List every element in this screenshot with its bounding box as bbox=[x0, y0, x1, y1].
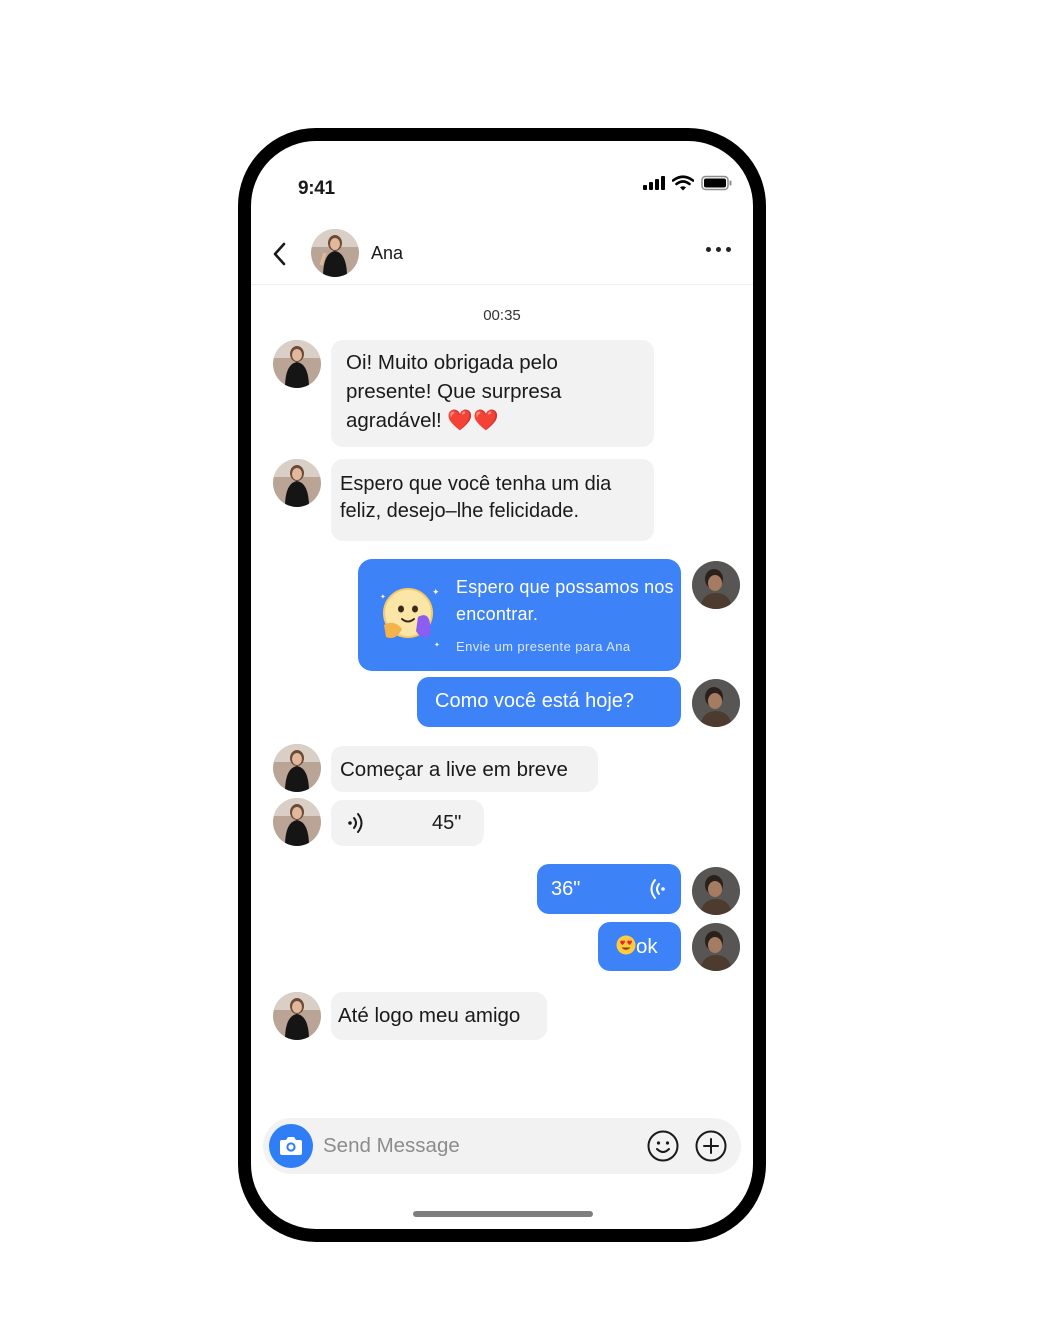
my-avatar[interactable] bbox=[692, 923, 740, 971]
voice-message-incoming[interactable]: 45" bbox=[331, 800, 484, 846]
svg-text:✦: ✦ bbox=[380, 593, 386, 601]
cellular-signal-icon bbox=[643, 176, 665, 190]
contact-avatar[interactable] bbox=[273, 340, 321, 388]
emoji-icon[interactable] bbox=[647, 1130, 679, 1162]
chat-screen: 9:41 Ana 00:35 Oi! Muito obrigada pelo p… bbox=[251, 141, 753, 1229]
phone-frame: 9:41 Ana 00:35 Oi! Muito obrigada pelo p… bbox=[238, 128, 766, 1242]
heart-eyes-emoji-icon bbox=[616, 935, 636, 955]
home-indicator[interactable] bbox=[413, 1211, 593, 1217]
voice-duration: 45" bbox=[432, 812, 462, 834]
gift-message-bubble[interactable]: ✦ ✦ ✦ Espero que possamos nos encontrar.… bbox=[358, 559, 681, 671]
svg-text:✦: ✦ bbox=[432, 587, 440, 597]
gift-message-subtitle[interactable]: Envie um presente para Ana bbox=[456, 632, 630, 661]
message-composer bbox=[263, 1118, 741, 1174]
contact-avatar[interactable] bbox=[273, 798, 321, 846]
voice-wave-icon bbox=[348, 813, 363, 833]
message-bubble-incoming[interactable]: Espero que você tenha um dia feliz, dese… bbox=[331, 459, 654, 541]
message-bubble-outgoing[interactable]: ok bbox=[598, 922, 681, 971]
more-options-icon[interactable] bbox=[706, 247, 731, 252]
gift-message-title: Espero que possamos nos encontrar. bbox=[456, 577, 674, 624]
voice-message-outgoing[interactable]: 36" bbox=[537, 864, 681, 914]
wifi-icon bbox=[672, 175, 694, 191]
status-icons bbox=[643, 175, 733, 191]
contact-name: Ana bbox=[371, 243, 404, 263]
message-bubble-incoming[interactable]: Começar a live em breve bbox=[331, 746, 598, 792]
chat-timestamp: 00:35 bbox=[483, 307, 521, 324]
contact-avatar[interactable] bbox=[273, 744, 321, 792]
message-text: ok bbox=[636, 935, 658, 958]
message-bubble-incoming[interactable]: Oi! Muito obrigada pelo presente! Que su… bbox=[331, 340, 654, 447]
message-bubble-incoming[interactable]: Até logo meu amigo bbox=[331, 992, 547, 1040]
my-avatar[interactable] bbox=[692, 867, 740, 915]
gift-mascot-icon: ✦ ✦ ✦ bbox=[380, 587, 440, 649]
svg-text:✦: ✦ bbox=[434, 641, 440, 649]
voice-duration: 36" bbox=[551, 878, 581, 900]
my-avatar[interactable] bbox=[692, 561, 740, 609]
voice-wave-icon bbox=[650, 879, 665, 899]
chat-header: Ana bbox=[251, 221, 753, 285]
back-arrow-icon[interactable] bbox=[269, 241, 291, 267]
my-avatar[interactable] bbox=[692, 679, 740, 727]
contact-avatar[interactable] bbox=[311, 229, 359, 277]
contact-avatar[interactable] bbox=[273, 992, 321, 1040]
message-input[interactable] bbox=[323, 1130, 623, 1162]
camera-button[interactable] bbox=[269, 1124, 313, 1168]
status-time: 9:41 bbox=[298, 178, 335, 199]
battery-icon bbox=[701, 175, 732, 191]
plus-icon[interactable] bbox=[695, 1130, 727, 1162]
contact-avatar[interactable] bbox=[273, 459, 321, 507]
camera-icon bbox=[280, 1137, 302, 1155]
message-bubble-outgoing[interactable]: Como você está hoje? bbox=[417, 677, 681, 727]
